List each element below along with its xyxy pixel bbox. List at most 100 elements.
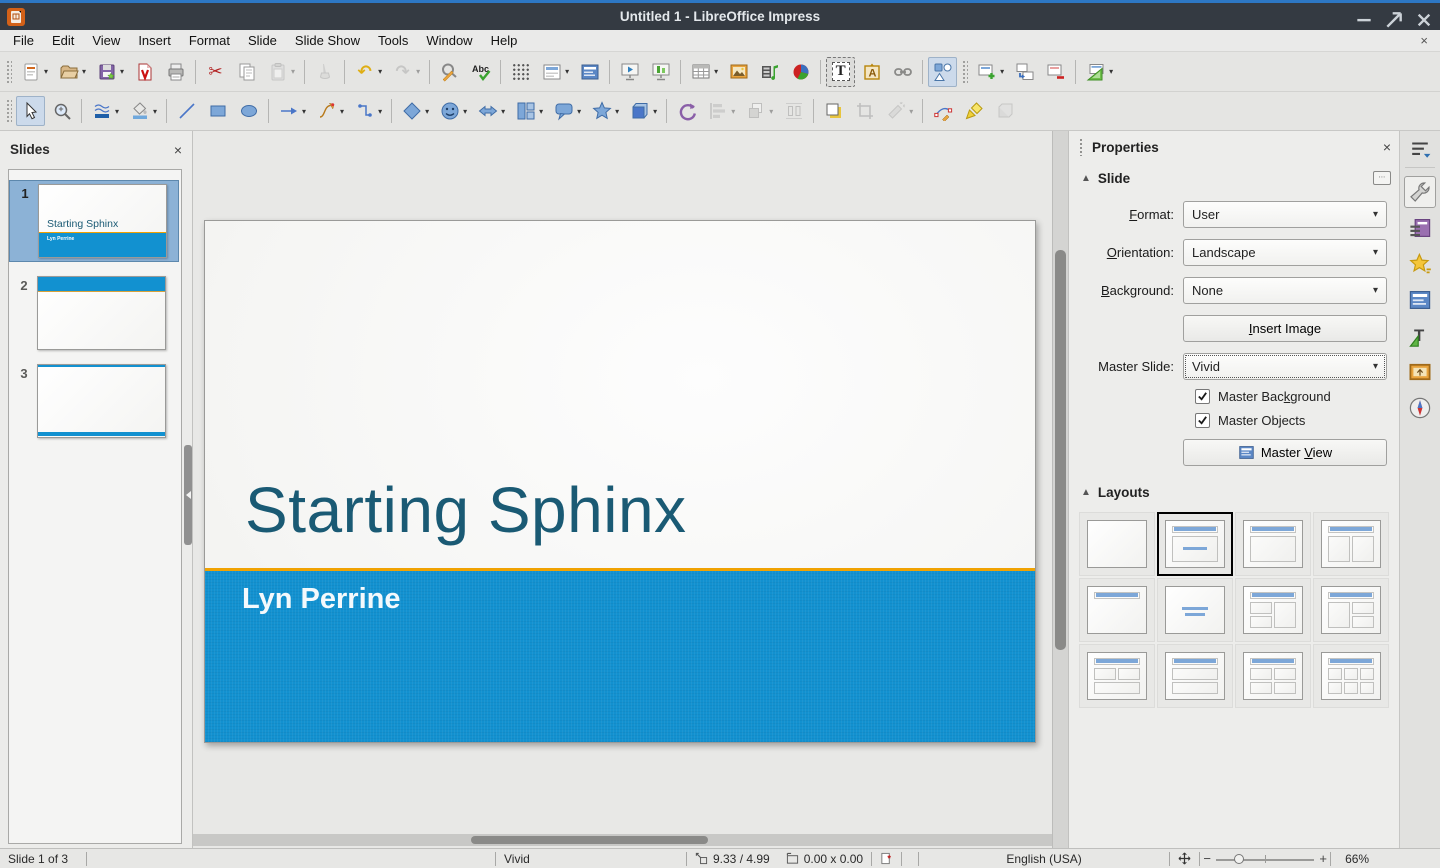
layout-title-2-content-and-content[interactable] [1235,578,1311,642]
toolbar-button-glue-points[interactable] [959,96,988,126]
layout-title-content-over-content[interactable] [1157,644,1233,708]
format-dropdown[interactable]: User ▾ [1183,201,1387,228]
zoom-out-icon[interactable]: − [1200,851,1214,866]
slide-editing-surface[interactable]: Starting Sphinx Lyn Perrine [204,220,1036,743]
toolbar-button-print[interactable] [161,57,190,87]
dropdown-arrow-icon[interactable]: ▾ [501,107,505,116]
layout-title-4-content[interactable] [1235,644,1311,708]
menu-insert[interactable]: Insert [129,31,180,50]
dropdown-arrow-icon[interactable]: ▾ [769,107,773,116]
toolbar-button-master-slide[interactable] [575,57,604,87]
toolbar-button-show-draw-functions[interactable] [928,57,957,87]
dropdown-arrow-icon[interactable]: ▾ [291,67,295,76]
restore-button[interactable] [1386,12,1402,28]
sidebar-tab-gallery[interactable] [1404,356,1436,388]
toolbar-button-points[interactable] [928,96,957,126]
toolbar-button-insert-hyperlink[interactable] [888,57,917,87]
zoom-slider-thumb[interactable] [1234,854,1244,864]
toolbar-button-select[interactable] [16,96,45,126]
menu-slide[interactable]: Slide [239,31,286,50]
toolbar-button-spelling[interactable]: Abc [466,57,495,87]
toolbar-button-flowchart[interactable]: ▾ [511,96,547,126]
statusbar-slide-info[interactable]: Slide 1 of 3 [0,849,86,868]
dropdown-arrow-icon[interactable]: ▾ [1109,67,1113,76]
horizontal-scrollbar-thumb[interactable] [471,836,708,844]
toolbar-button-insert-textbox[interactable]: T [826,57,855,87]
zoom-slider[interactable]: − + [1200,849,1330,868]
toolbar-grip[interactable] [961,59,968,85]
master-objects-checkbox-row[interactable]: Master Objects [1195,413,1387,428]
toolbar-button-basic-shapes[interactable]: ▾ [397,96,433,126]
dropdown-arrow-icon[interactable]: ▾ [1000,67,1004,76]
toolbar-button-line-color[interactable]: ▾ [87,96,123,126]
slide-thumbnail-image[interactable] [37,276,166,350]
toolbar-button-new-presentation[interactable]: ▾ [16,57,52,87]
slide-thumbnail-image[interactable]: Starting SphinxLyn Perrine [38,184,167,258]
vertical-scrollbar-thumb[interactable] [1055,250,1066,650]
close-document-icon[interactable]: × [1420,33,1428,48]
dropdown-arrow-icon[interactable]: ▾ [44,67,48,76]
slide-thumbnail-image[interactable] [37,364,166,438]
toolbar-button-new-slide[interactable]: ▾ [972,57,1008,87]
toolbar-button-curve[interactable]: ▾ [312,96,348,126]
slide-thumbnail-3[interactable]: 3 [11,364,177,438]
toolbar-button-display-views[interactable]: ▾ [537,57,573,87]
statusbar-zoom-level[interactable]: 66% [1331,849,1377,868]
slide-subtitle-text[interactable]: Lyn Perrine [242,583,1035,616]
toolbar-button-rectangle[interactable] [203,96,232,126]
dropdown-arrow-icon[interactable]: ▾ [378,107,382,116]
toolbar-button-cut[interactable]: ✂ [201,57,230,87]
layout-title-2-content-over-content[interactable] [1079,644,1155,708]
toolbar-button-zoom-tool[interactable] [47,96,76,126]
dropdown-arrow-icon[interactable]: ▾ [653,107,657,116]
toolbar-button-insert-media[interactable] [755,57,784,87]
toolbar-button-find-and-replace[interactable] [435,57,464,87]
dropdown-arrow-icon[interactable]: ▾ [615,107,619,116]
properties-panel-close-icon[interactable]: × [1383,139,1391,155]
layout-title-6-content[interactable] [1313,644,1389,708]
master-background-checkbox-row[interactable]: Master Background [1195,389,1387,404]
toolbar-button-insert-image[interactable] [724,57,753,87]
dropdown-arrow-icon[interactable]: ▾ [909,107,913,116]
toolbar-button-symbol-shapes[interactable]: ▾ [435,96,471,126]
dropdown-arrow-icon[interactable]: ▾ [115,107,119,116]
dropdown-arrow-icon[interactable]: ▾ [120,67,124,76]
dropdown-arrow-icon[interactable]: ▾ [565,67,569,76]
layout-title-content-and-2-content[interactable] [1313,578,1389,642]
toolbar-button-open[interactable]: ▾ [54,57,90,87]
sidebar-tab-animation[interactable] [1404,248,1436,280]
toolbar-button-ellipse[interactable] [234,96,263,126]
toolbar-button-insert-chart[interactable] [786,57,815,87]
sidebar-tab-master-slides[interactable] [1404,284,1436,316]
toolbar-button-start-from-current-slide[interactable] [646,57,675,87]
master-background-checkbox[interactable] [1195,389,1210,404]
menu-view[interactable]: View [83,31,129,50]
close-button[interactable] [1416,12,1432,28]
dropdown-arrow-icon[interactable]: ▾ [153,107,157,116]
dropdown-arrow-icon[interactable]: ▾ [378,67,382,76]
dropdown-arrow-icon[interactable]: ▾ [463,107,467,116]
toolbar-button-insert-line[interactable] [172,96,201,126]
layouts-section-header[interactable]: ▲ Layouts [1077,480,1399,504]
vertical-scrollbar[interactable] [1052,131,1068,848]
toolbar-button-undo[interactable]: ↶▾ [350,57,386,87]
zoom-in-icon[interactable]: + [1316,851,1330,866]
toolbar-button-lines-and-arrows[interactable]: ▾ [274,96,310,126]
menu-window[interactable]: Window [417,31,481,50]
toolbar-button-slide-properties[interactable]: ▾ [1081,57,1117,87]
toolbar-button-block-arrows[interactable]: ▾ [473,96,509,126]
dropdown-arrow-icon[interactable]: ▾ [577,107,581,116]
master-objects-checkbox[interactable] [1195,413,1210,428]
toolbar-button-rotate[interactable] [672,96,701,126]
toolbar-button-save[interactable]: ▾ [92,57,128,87]
sidebar-tab-styles[interactable]: T [1404,320,1436,352]
toolbar-button-shadow[interactable] [819,96,848,126]
toolbar-button-copy[interactable] [232,57,261,87]
toolbar-button-stars[interactable]: ▾ [587,96,623,126]
toolbar-button-3d-objects[interactable]: ▾ [625,96,661,126]
slides-panel-splitter[interactable] [184,445,192,545]
orientation-dropdown[interactable]: Landscape ▾ [1183,239,1387,266]
layout-title-content[interactable] [1235,512,1311,576]
dropdown-arrow-icon[interactable]: ▾ [416,67,420,76]
minimize-button[interactable] [1356,12,1372,28]
